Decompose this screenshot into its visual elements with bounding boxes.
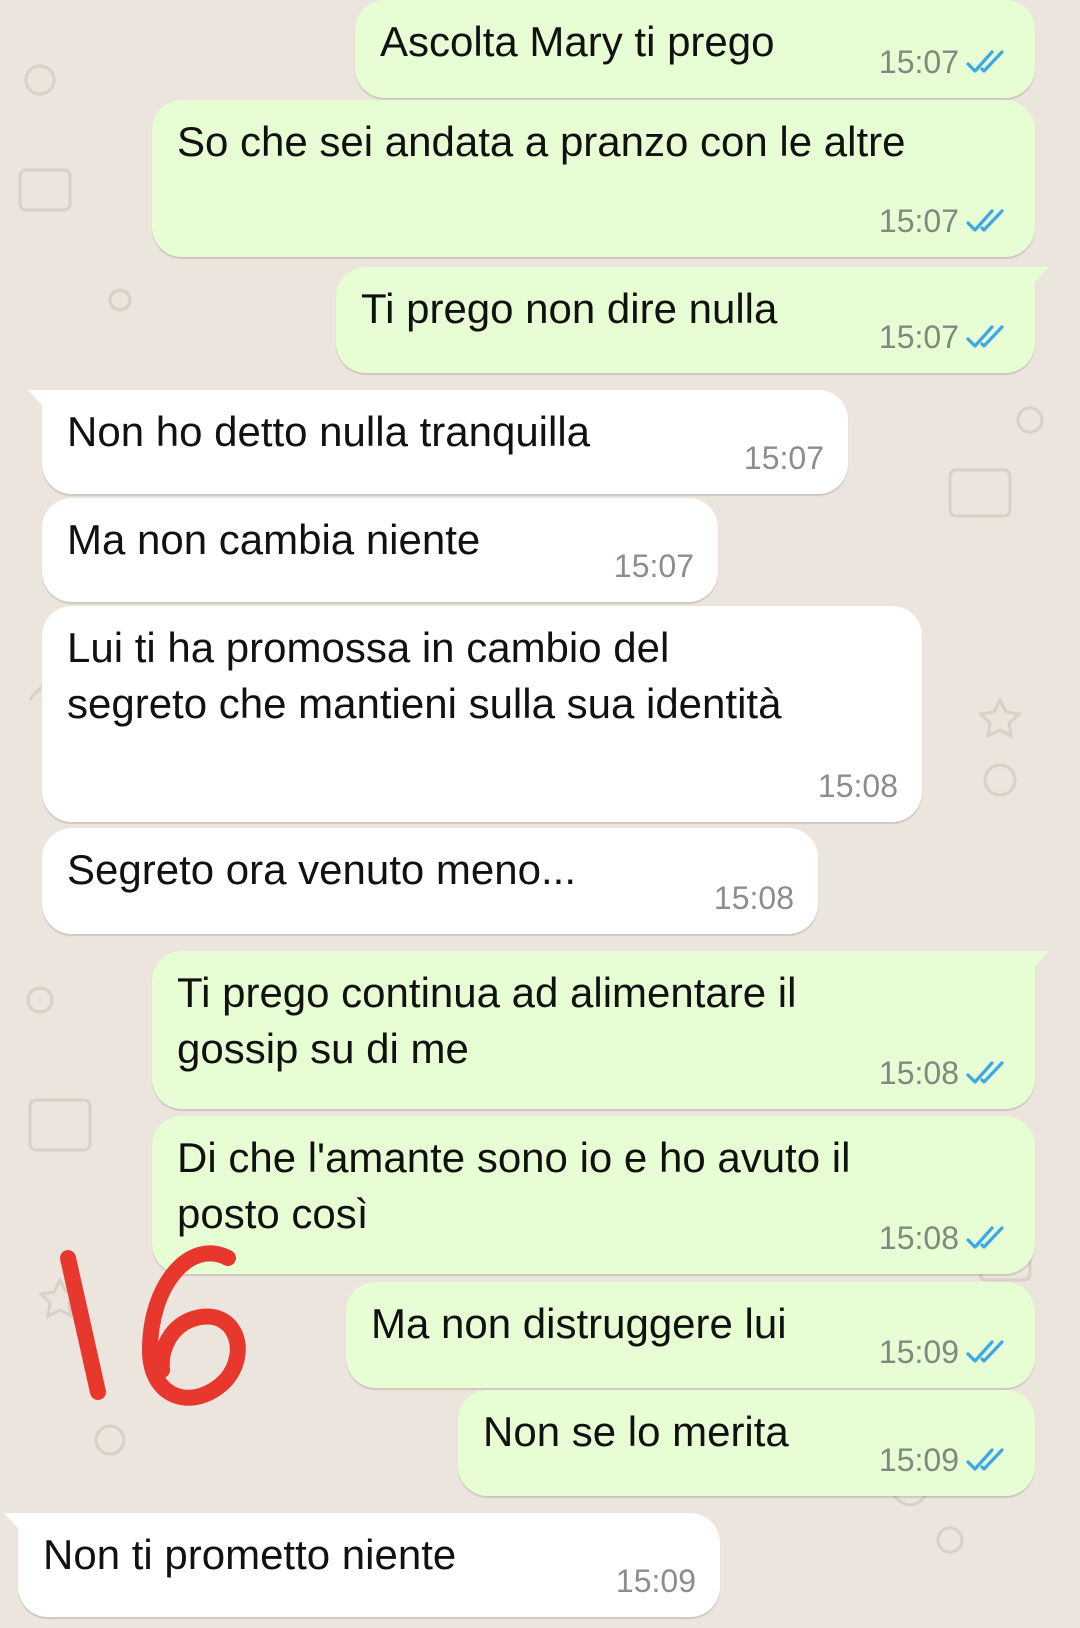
bubble-tail <box>1025 951 1049 973</box>
message-meta: 15:08 <box>879 1055 1011 1091</box>
message-text: Non se lo merita <box>483 1408 789 1455</box>
outgoing-message-bubble[interactable]: Non se lo merita 15:09 <box>458 1390 1035 1496</box>
message-timestamp: 15:09 <box>615 1563 696 1599</box>
message-timestamp: 15:08 <box>817 768 898 804</box>
message-text: So che sei andata a pranzo con le altre <box>177 118 906 165</box>
message-text: Ti prego non dire nulla <box>361 285 778 332</box>
message-meta: 15:08 <box>714 880 794 916</box>
message-timestamp: 15:07 <box>878 44 959 80</box>
double-check-read-icon <box>966 50 1004 73</box>
message-text: Ma non cambia niente <box>67 516 481 563</box>
bubble-tail <box>1025 267 1049 289</box>
message-meta: 15:07 <box>744 440 824 476</box>
double-check-read-icon <box>966 1226 1004 1249</box>
outgoing-message-bubble[interactable]: Ma non distruggere lui 15:09 <box>346 1282 1035 1388</box>
message-text: Ti prego continua ad alimentare il gossi… <box>177 969 797 1072</box>
message-timestamp: 15:07 <box>613 548 694 584</box>
outgoing-message-bubble[interactable]: Ti prego continua ad alimentare il gossi… <box>152 951 1049 1109</box>
message-meta: 15:09 <box>879 1442 1011 1478</box>
message-text: Di che l'amante sono io e ho avuto il po… <box>177 1134 851 1237</box>
message-timestamp: 15:07 <box>878 319 959 355</box>
message-meta: 15:07 <box>614 548 694 584</box>
message-timestamp: 15:09 <box>878 1334 959 1370</box>
outgoing-message-bubble[interactable]: Ascolta Mary ti prego 15:07 <box>355 0 1035 98</box>
incoming-message-bubble[interactable]: Non ho detto nulla tranquilla 15:07 <box>28 390 848 494</box>
message-timestamp: 15:09 <box>878 1442 959 1478</box>
message-text: Segreto ora venuto meno... <box>67 846 576 893</box>
message-meta: 15:08 <box>879 1220 1011 1256</box>
incoming-message-bubble[interactable]: Ma non cambia niente 15:07 <box>42 498 718 602</box>
bubble-tail <box>4 1513 28 1535</box>
incoming-message-bubble[interactable]: Non ti prometto niente 15:09 <box>4 1513 720 1617</box>
message-timestamp: 15:07 <box>878 203 959 239</box>
message-text: Ascolta Mary ti prego <box>380 18 775 65</box>
incoming-message-bubble[interactable]: Lui ti ha promossa in cambio del segreto… <box>42 606 922 822</box>
double-check-read-icon <box>966 1061 1004 1084</box>
message-timestamp: 15:08 <box>878 1220 959 1256</box>
message-meta: 15:07 <box>879 203 1011 239</box>
message-text: Non ho detto nulla tranquilla <box>67 408 591 455</box>
double-check-read-icon <box>966 1340 1004 1363</box>
message-text: Ma non distruggere lui <box>371 1300 787 1347</box>
incoming-message-bubble[interactable]: Segreto ora venuto meno... 15:08 <box>42 828 818 934</box>
message-meta: 15:07 <box>879 319 1011 355</box>
message-timestamp: 15:08 <box>878 1055 959 1091</box>
message-meta: 15:07 <box>879 44 1011 80</box>
double-check-read-icon <box>966 325 1004 348</box>
outgoing-message-bubble[interactable]: Di che l'amante sono io e ho avuto il po… <box>152 1116 1035 1274</box>
outgoing-message-bubble[interactable]: So che sei andata a pranzo con le altre 1… <box>152 100 1035 257</box>
message-text: Lui ti ha promossa in cambio del segreto… <box>67 624 782 727</box>
double-check-read-icon <box>966 209 1004 232</box>
message-text: Non ti prometto niente <box>43 1531 457 1578</box>
double-check-read-icon <box>966 1448 1004 1471</box>
message-meta: 15:08 <box>818 768 898 804</box>
message-timestamp: 15:08 <box>713 880 794 916</box>
outgoing-message-bubble[interactable]: Ti prego non dire nulla 15:07 <box>336 267 1049 373</box>
bubble-tail <box>28 390 52 412</box>
message-timestamp: 15:07 <box>743 440 824 476</box>
message-meta: 15:09 <box>879 1334 1011 1370</box>
message-meta: 15:09 <box>616 1563 696 1599</box>
